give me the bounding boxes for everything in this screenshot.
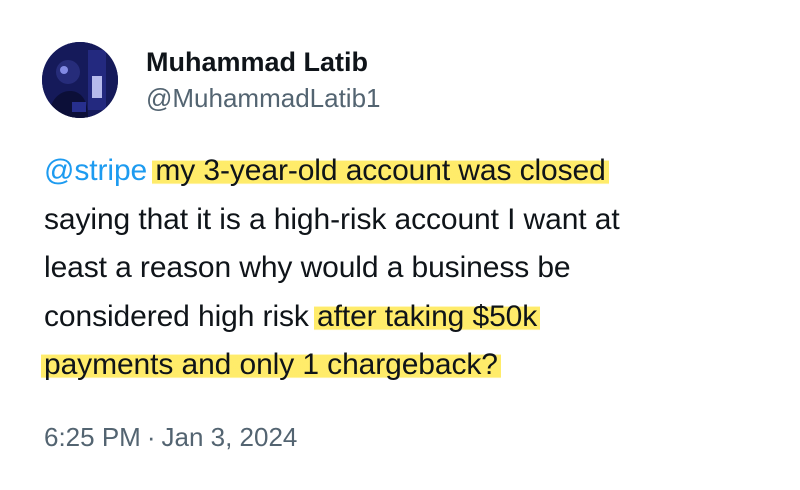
tweet-card: Muhammad Latib @MuhammadLatib1 @stripe m… <box>0 0 800 490</box>
avatar-image-icon <box>42 42 118 118</box>
tweet-line-4: considered high risk after taking $50k <box>44 293 764 342</box>
tweet-timestamp[interactable]: 6:25 PM · Jan 3, 2024 <box>44 420 297 454</box>
tweet-line-1: @stripe my 3-year-old account was closed <box>44 147 764 196</box>
author-handle[interactable]: @MuhammadLatib1 <box>146 81 381 115</box>
author-display-name[interactable]: Muhammad Latib <box>146 45 381 79</box>
timestamp-separator: · <box>146 422 156 452</box>
tweet-line-2: saying that it is a high-risk account I … <box>44 202 620 236</box>
tweet-header: Muhammad Latib @MuhammadLatib1 <box>42 40 381 120</box>
tweet-line-5: payments and only 1 chargeback? <box>41 341 764 390</box>
mention-link[interactable]: @stripe <box>44 154 147 187</box>
plain-text: considered high risk <box>44 299 318 333</box>
highlighted-text: my 3-year-old account was closed <box>152 154 609 187</box>
tweet-date: Jan 3, 2024 <box>161 422 298 452</box>
tweet-line-3: least a reason why would a business be <box>44 251 571 284</box>
highlighted-text: after taking $50k <box>314 299 541 333</box>
tweet-time: 6:25 PM <box>44 422 141 452</box>
tweet-text: @stripe my 3-year-old account was closed… <box>41 147 764 390</box>
avatar[interactable] <box>42 42 118 118</box>
highlighted-text: payments and only 1 chargeback? <box>41 348 501 381</box>
author-info: Muhammad Latib @MuhammadLatib1 <box>146 45 381 115</box>
